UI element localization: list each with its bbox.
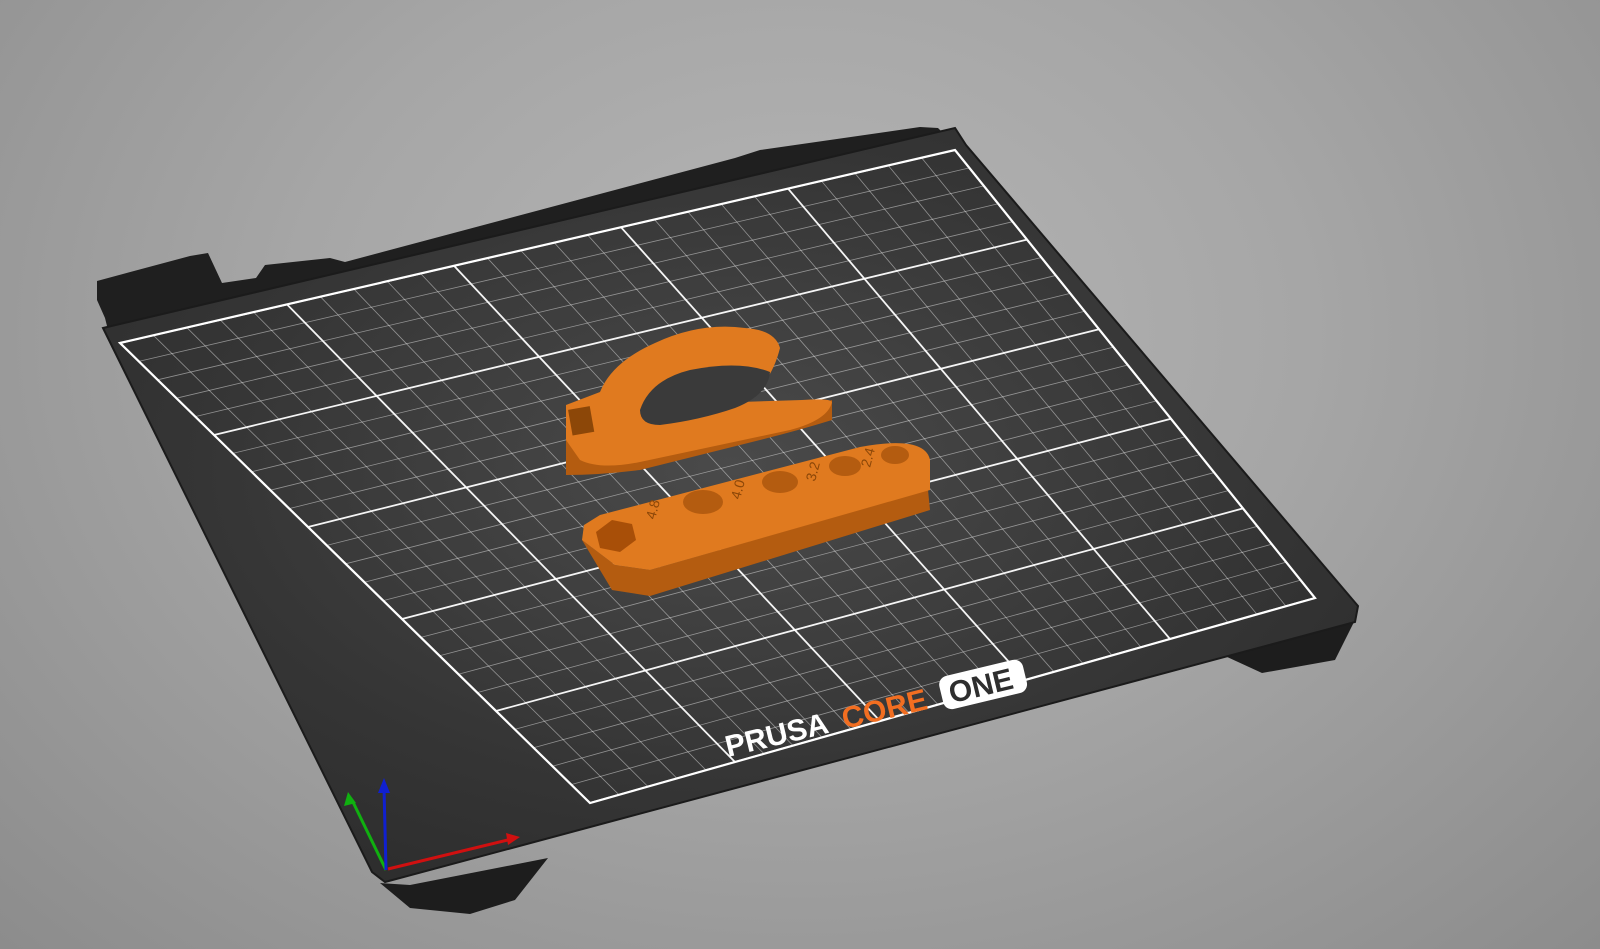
axis-z: [382, 787, 388, 871]
wrench-hole-1: [683, 490, 723, 514]
wrench-hole-3: [829, 456, 861, 476]
wrench-hole-4: [881, 446, 909, 464]
scene-canvas[interactable]: PRUSA CORE ONE 4.8 4.0 3.2 2.4: [0, 0, 1600, 949]
wrench-hole-2: [762, 471, 798, 493]
3d-viewport[interactable]: PRUSA CORE ONE 4.8 4.0 3.2 2.4: [0, 0, 1600, 949]
clamp-slot: [568, 406, 595, 436]
